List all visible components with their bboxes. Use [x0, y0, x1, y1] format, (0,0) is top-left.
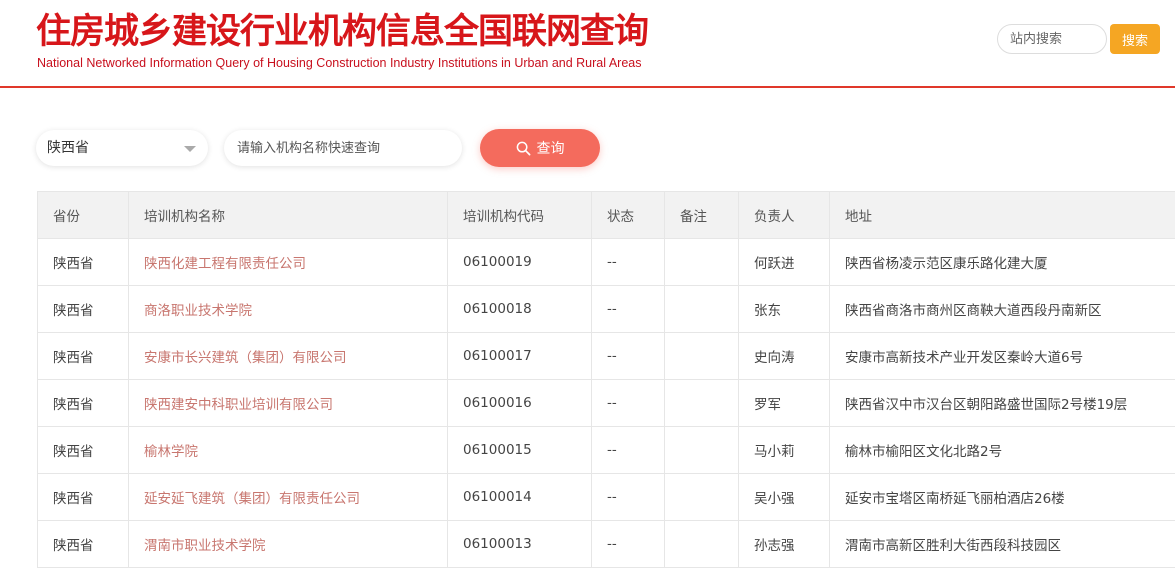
institution-code-cell: 06100016	[448, 380, 592, 427]
institution-code-cell: 06100014	[448, 474, 592, 521]
column-header: 备注	[665, 192, 739, 239]
table-row: 陕西省 陕西化建工程有限责任公司 06100019 -- 何跃进 陕西省杨凌示范…	[38, 239, 1175, 286]
institution-name-link[interactable]: 商洛职业技术学院	[144, 303, 252, 319]
address-cell: 陕西省汉中市汉台区朝阳路盛世国际2号楼19层	[830, 380, 1175, 427]
note-cell	[665, 380, 739, 427]
query-button-label: 查询	[537, 138, 565, 158]
chevron-down-icon	[184, 146, 196, 152]
status-cell: --	[592, 239, 665, 286]
institution-table: 省份 培训机构名称 培训机构代码 状态 备注 负责人 地址 陕西省 陕西化建工程…	[37, 191, 1175, 568]
note-cell	[665, 286, 739, 333]
note-cell	[665, 239, 739, 286]
table-row: 陕西省 榆林学院 06100015 -- 马小莉 榆林市榆阳区文化北路2号	[38, 427, 1175, 474]
address-cell: 延安市宝塔区南桥延飞丽柏酒店26楼	[830, 474, 1175, 521]
manager-cell: 何跃进	[739, 239, 830, 286]
institution-code-cell: 06100017	[448, 333, 592, 380]
province-cell: 陕西省	[38, 286, 129, 333]
note-cell	[665, 427, 739, 474]
institution-name-link[interactable]: 陕西建安中科职业培训有限公司	[144, 397, 333, 413]
institution-code-cell: 06100013	[448, 521, 592, 568]
status-cell: --	[592, 333, 665, 380]
search-icon	[516, 141, 531, 156]
table-row: 陕西省 渭南市职业技术学院 06100013 -- 孙志强 渭南市高新区胜利大街…	[38, 521, 1175, 568]
province-cell: 陕西省	[38, 239, 129, 286]
note-cell	[665, 521, 739, 568]
query-button[interactable]: 查询	[480, 129, 600, 167]
manager-cell: 罗军	[739, 380, 830, 427]
institution-name-input[interactable]	[224, 130, 462, 166]
address-cell: 陕西省商洛市商州区商鞅大道西段丹南新区	[830, 286, 1175, 333]
table-row: 陕西省 安康市长兴建筑（集团）有限公司 06100017 -- 史向涛 安康市高…	[38, 333, 1175, 380]
province-cell: 陕西省	[38, 521, 129, 568]
institution-name-link[interactable]: 安康市长兴建筑（集团）有限公司	[144, 350, 347, 366]
institution-code-cell: 06100019	[448, 239, 592, 286]
page-subtitle: National Networked Information Query of …	[37, 56, 641, 70]
status-cell: --	[592, 286, 665, 333]
table-row: 陕西省 陕西建安中科职业培训有限公司 06100016 -- 罗军 陕西省汉中市…	[38, 380, 1175, 427]
province-select[interactable]: 陕西省	[36, 130, 208, 166]
table-row: 陕西省 延安延飞建筑（集团）有限责任公司 06100014 -- 吴小强 延安市…	[38, 474, 1175, 521]
institution-name-link[interactable]: 陕西化建工程有限责任公司	[144, 256, 306, 272]
note-cell	[665, 333, 739, 380]
filter-bar: 陕西省 查询	[0, 128, 1175, 168]
institution-name-link[interactable]: 渭南市职业技术学院	[144, 538, 266, 554]
manager-cell: 吴小强	[739, 474, 830, 521]
manager-cell: 马小莉	[739, 427, 830, 474]
manager-cell: 张东	[739, 286, 830, 333]
manager-cell: 史向涛	[739, 333, 830, 380]
province-select-value: 陕西省	[47, 140, 89, 156]
province-cell: 陕西省	[38, 474, 129, 521]
address-cell: 安康市高新技术产业开发区秦岭大道6号	[830, 333, 1175, 380]
institution-name-link[interactable]: 榆林学院	[144, 444, 198, 460]
column-header: 地址	[830, 192, 1175, 239]
province-cell: 陕西省	[38, 380, 129, 427]
column-header: 省份	[38, 192, 129, 239]
province-cell: 陕西省	[38, 427, 129, 474]
status-cell: --	[592, 474, 665, 521]
institution-name-link[interactable]: 延安延飞建筑（集团）有限责任公司	[144, 491, 360, 507]
page-header: 住房城乡建设行业机构信息全国联网查询 National Networked In…	[0, 0, 1175, 88]
manager-cell: 孙志强	[739, 521, 830, 568]
page-title: 住房城乡建设行业机构信息全国联网查询	[36, 10, 648, 54]
column-header: 培训机构代码	[448, 192, 592, 239]
column-header: 状态	[592, 192, 665, 239]
address-cell: 榆林市榆阳区文化北路2号	[830, 427, 1175, 474]
institution-code-cell: 06100018	[448, 286, 592, 333]
site-search-button[interactable]: 搜索	[1110, 24, 1160, 54]
status-cell: --	[592, 521, 665, 568]
table-row: 陕西省 商洛职业技术学院 06100018 -- 张东 陕西省商洛市商州区商鞅大…	[38, 286, 1175, 333]
column-header: 培训机构名称	[129, 192, 448, 239]
address-cell: 渭南市高新区胜利大街西段科技园区	[830, 521, 1175, 568]
note-cell	[665, 474, 739, 521]
column-header: 负责人	[739, 192, 830, 239]
province-cell: 陕西省	[38, 333, 129, 380]
status-cell: --	[592, 380, 665, 427]
site-search-input[interactable]	[997, 24, 1107, 54]
institution-code-cell: 06100015	[448, 427, 592, 474]
table-header-row: 省份 培训机构名称 培训机构代码 状态 备注 负责人 地址	[38, 192, 1175, 239]
status-cell: --	[592, 427, 665, 474]
address-cell: 陕西省杨凌示范区康乐路化建大厦	[830, 239, 1175, 286]
